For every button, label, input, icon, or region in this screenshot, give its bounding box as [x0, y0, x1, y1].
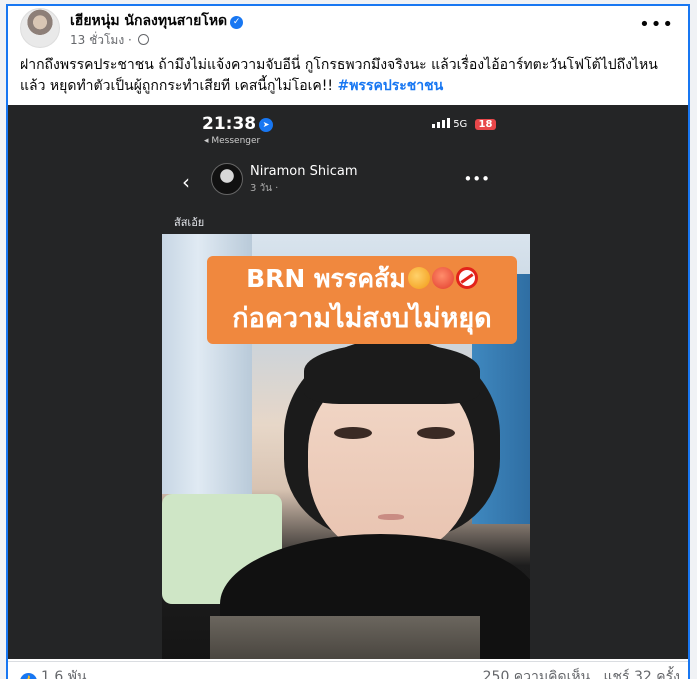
- chat-meta: 3 วัน ·: [250, 183, 279, 194]
- chevron-left-icon: ‹: [182, 170, 190, 194]
- post-header: เฮียหนุ่ม นักลงทุนสายโหด ✓ 13 ชั่วโมง · •…: [20, 8, 680, 52]
- status-indicators: 5G 18: [432, 118, 497, 130]
- banner-line-1: BRN พรรคส้ม: [217, 260, 507, 298]
- foreground-object: [210, 616, 480, 659]
- share-count[interactable]: แชร์ 32 ครั้ง: [604, 669, 680, 679]
- like-icon: 👍: [20, 673, 37, 679]
- network-type: 5G: [453, 119, 468, 130]
- post-footer: 👍 1.6 พัน 250 ความคิดเห็น แชร์ 32 ครั้ง: [8, 661, 688, 679]
- messenger-header: ‹ Niramon Shicam 3 วัน · •••: [178, 160, 518, 200]
- person-eye-right: [417, 427, 455, 439]
- orange-emoji-icon: [407, 267, 430, 289]
- verified-icon: ✓: [230, 16, 244, 29]
- author-avatar[interactable]: [20, 8, 60, 48]
- video-frame: BRN พรรคส้ม ก่อความไม่สงบไม่หยุด: [162, 234, 530, 659]
- back-to-app: ◂ Messenger: [204, 136, 261, 146]
- post-media[interactable]: 21:38 ➤ ◂ Messenger 5G 18 ‹ Niramon Shica…: [8, 105, 688, 659]
- angry-emoji-icon: [431, 267, 454, 289]
- post-meta: 13 ชั่วโมง ·: [70, 31, 149, 50]
- more-icon: •••: [463, 170, 490, 188]
- hashtag-link[interactable]: #พรรคประชาชน: [337, 78, 443, 94]
- battery-indicator: 18: [474, 119, 497, 130]
- banner-line-2: ก่อความไม่สงบไม่หยุด: [232, 303, 492, 334]
- banner-line-1-text: BRN พรรคส้ม: [246, 264, 406, 293]
- phone-time-text: 21:38: [202, 114, 257, 134]
- signal-icon: [432, 118, 450, 128]
- engagement-counts: 250 ความคิดเห็น แชร์ 32 ครั้ง: [483, 666, 680, 679]
- reaction-summary[interactable]: 👍 1.6 พัน: [20, 666, 87, 679]
- screenshot-caption: สัสเอ้ย: [174, 216, 205, 229]
- post-time[interactable]: 13 ชั่วโมง: [70, 33, 124, 47]
- reaction-count[interactable]: 1.6 พัน: [41, 669, 87, 679]
- no-entry-icon: [455, 267, 478, 289]
- chat-name: Niramon Shicam: [250, 164, 358, 179]
- person-mouth: [378, 514, 404, 520]
- more-options-button[interactable]: •••: [639, 14, 674, 35]
- phone-time: 21:38 ➤: [202, 114, 274, 134]
- globe-icon: [137, 34, 149, 45]
- post-text: ฝากถึงพรรคประชาชน ถ้ามึงไม่แจ้งความจับอี…: [20, 55, 680, 97]
- author-name-text[interactable]: เฮียหนุ่ม นักลงทุนสายโหด: [70, 13, 227, 29]
- phone-status-area: 21:38 ➤ ◂ Messenger 5G 18 ‹ Niramon Shica…: [178, 105, 518, 225]
- location-icon: ➤: [259, 118, 274, 132]
- chat-avatar: [211, 163, 243, 195]
- post-card: เฮียหนุ่ม นักลงทุนสายโหด ✓ 13 ชั่วโมง · •…: [6, 4, 690, 679]
- person-bangs: [304, 344, 480, 404]
- video-banner: BRN พรรคส้ม ก่อความไม่สงบไม่หยุด: [207, 256, 517, 344]
- person-eye-left: [334, 427, 372, 439]
- comment-count[interactable]: 250 ความคิดเห็น: [483, 669, 591, 679]
- author-name[interactable]: เฮียหนุ่ม นักลงทุนสายโหด ✓: [70, 10, 244, 32]
